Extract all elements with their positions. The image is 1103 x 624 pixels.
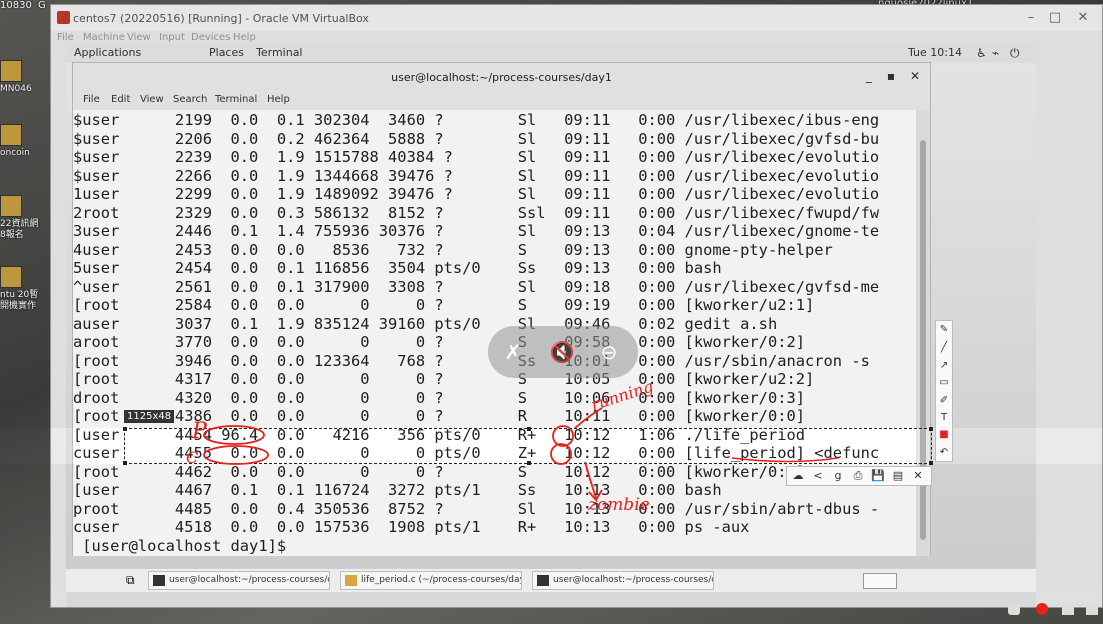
mute-icon[interactable]: 🔇 xyxy=(549,339,575,365)
resize-handle[interactable] xyxy=(929,427,933,431)
line-icon[interactable]: ╱ xyxy=(936,340,952,356)
search-google-icon[interactable]: g xyxy=(829,468,847,484)
arrow-icon[interactable]: ↗ xyxy=(936,358,952,374)
cloud-upload-icon[interactable]: ☁ xyxy=(789,468,807,484)
rectangle-icon[interactable]: ▭ xyxy=(936,375,952,391)
color-picker-icon[interactable]: ■ xyxy=(936,427,952,443)
text-editor-icon xyxy=(345,575,357,586)
resize-handle[interactable] xyxy=(929,461,933,465)
resize-handle[interactable] xyxy=(527,427,531,431)
copy-icon[interactable]: ▤ xyxy=(889,468,907,484)
workspace-switcher[interactable] xyxy=(863,573,897,589)
annotation-parent: P xyxy=(192,419,207,444)
terminal-icon xyxy=(537,575,549,586)
minus-icon[interactable]: ⊖ xyxy=(596,339,622,365)
share-icon[interactable]: < xyxy=(809,468,827,484)
capture-size-label: 1125x48 xyxy=(124,410,175,423)
usb-tray-icon[interactable] xyxy=(1008,603,1020,615)
marker-icon[interactable]: ✐ xyxy=(936,393,952,409)
annotation-child: C xyxy=(186,448,199,467)
pen-icon[interactable]: ✎ xyxy=(936,322,952,338)
resize-handle[interactable] xyxy=(123,461,127,465)
resize-handle[interactable] xyxy=(527,461,531,465)
capture-dim-overlay xyxy=(0,464,1103,624)
print-icon[interactable]: ⎙ xyxy=(849,468,867,484)
taskbar-item-terminal[interactable]: user@localhost:~/process-courses/d... xyxy=(148,571,330,590)
taskbar-item-label: user@localhost:~/process-courses/d... xyxy=(553,575,714,585)
annotation-zombie: zombie xyxy=(588,495,650,515)
text-tool-icon[interactable]: T xyxy=(936,410,952,426)
guest-taskbar: ⧉ user@localhost:~/process-courses/d... … xyxy=(66,568,1036,592)
show-desktop-icon[interactable]: ⧉ xyxy=(126,573,135,588)
taskbar-item-label: life_period.c (~/process-courses/day... xyxy=(361,575,522,585)
network-tray-icon[interactable] xyxy=(1062,603,1074,615)
capture-selection[interactable] xyxy=(123,427,933,465)
taskbar-item-label: user@localhost:~/process-courses/d... xyxy=(169,575,330,585)
pin-off-icon[interactable]: ✗ xyxy=(500,339,526,365)
taskbar-item-editor[interactable]: life_period.c (~/process-courses/day... xyxy=(340,571,522,590)
taskbar-item-terminal[interactable]: user@localhost:~/process-courses/d... xyxy=(532,571,714,590)
media-osd: ✗ 🔇 ⊖ xyxy=(488,326,638,378)
volume-tray-icon[interactable] xyxy=(1086,603,1098,615)
security-tray-icon[interactable] xyxy=(1036,603,1048,615)
capture-toolbar-vertical: ✎ ╱ ↗ ▭ ✐ T ■ ↶ xyxy=(935,320,953,462)
save-icon[interactable]: 💾 xyxy=(869,468,887,484)
capture-toolbar-horizontal: ☁ < g ⎙ 💾 ▤ ✕ xyxy=(786,466,932,486)
resize-handle[interactable] xyxy=(123,427,127,431)
terminal-icon xyxy=(153,575,165,586)
undo-icon[interactable]: ↶ xyxy=(936,445,952,461)
host-system-tray xyxy=(1000,596,1103,624)
close-icon[interactable]: ✕ xyxy=(909,468,927,484)
